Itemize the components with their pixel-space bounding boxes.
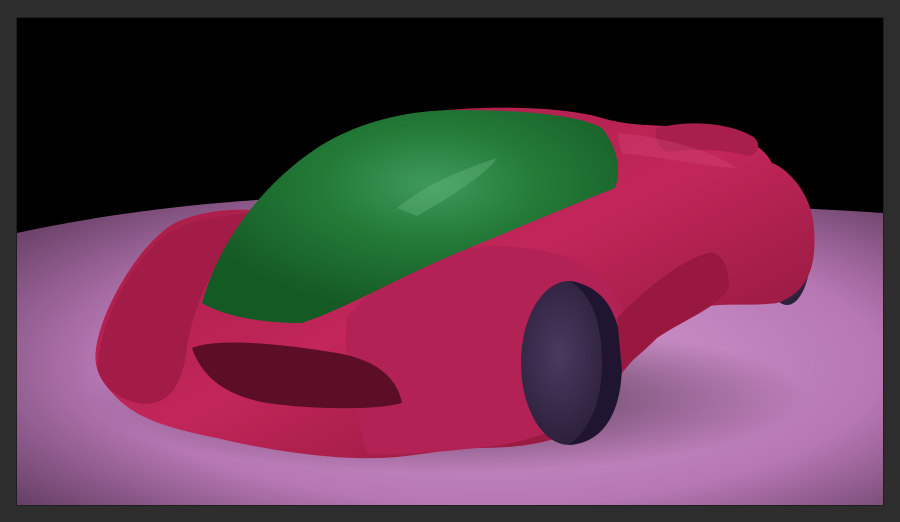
render-viewport[interactable]: [17, 18, 883, 505]
app-window: [0, 0, 900, 522]
render-image: [17, 18, 883, 505]
